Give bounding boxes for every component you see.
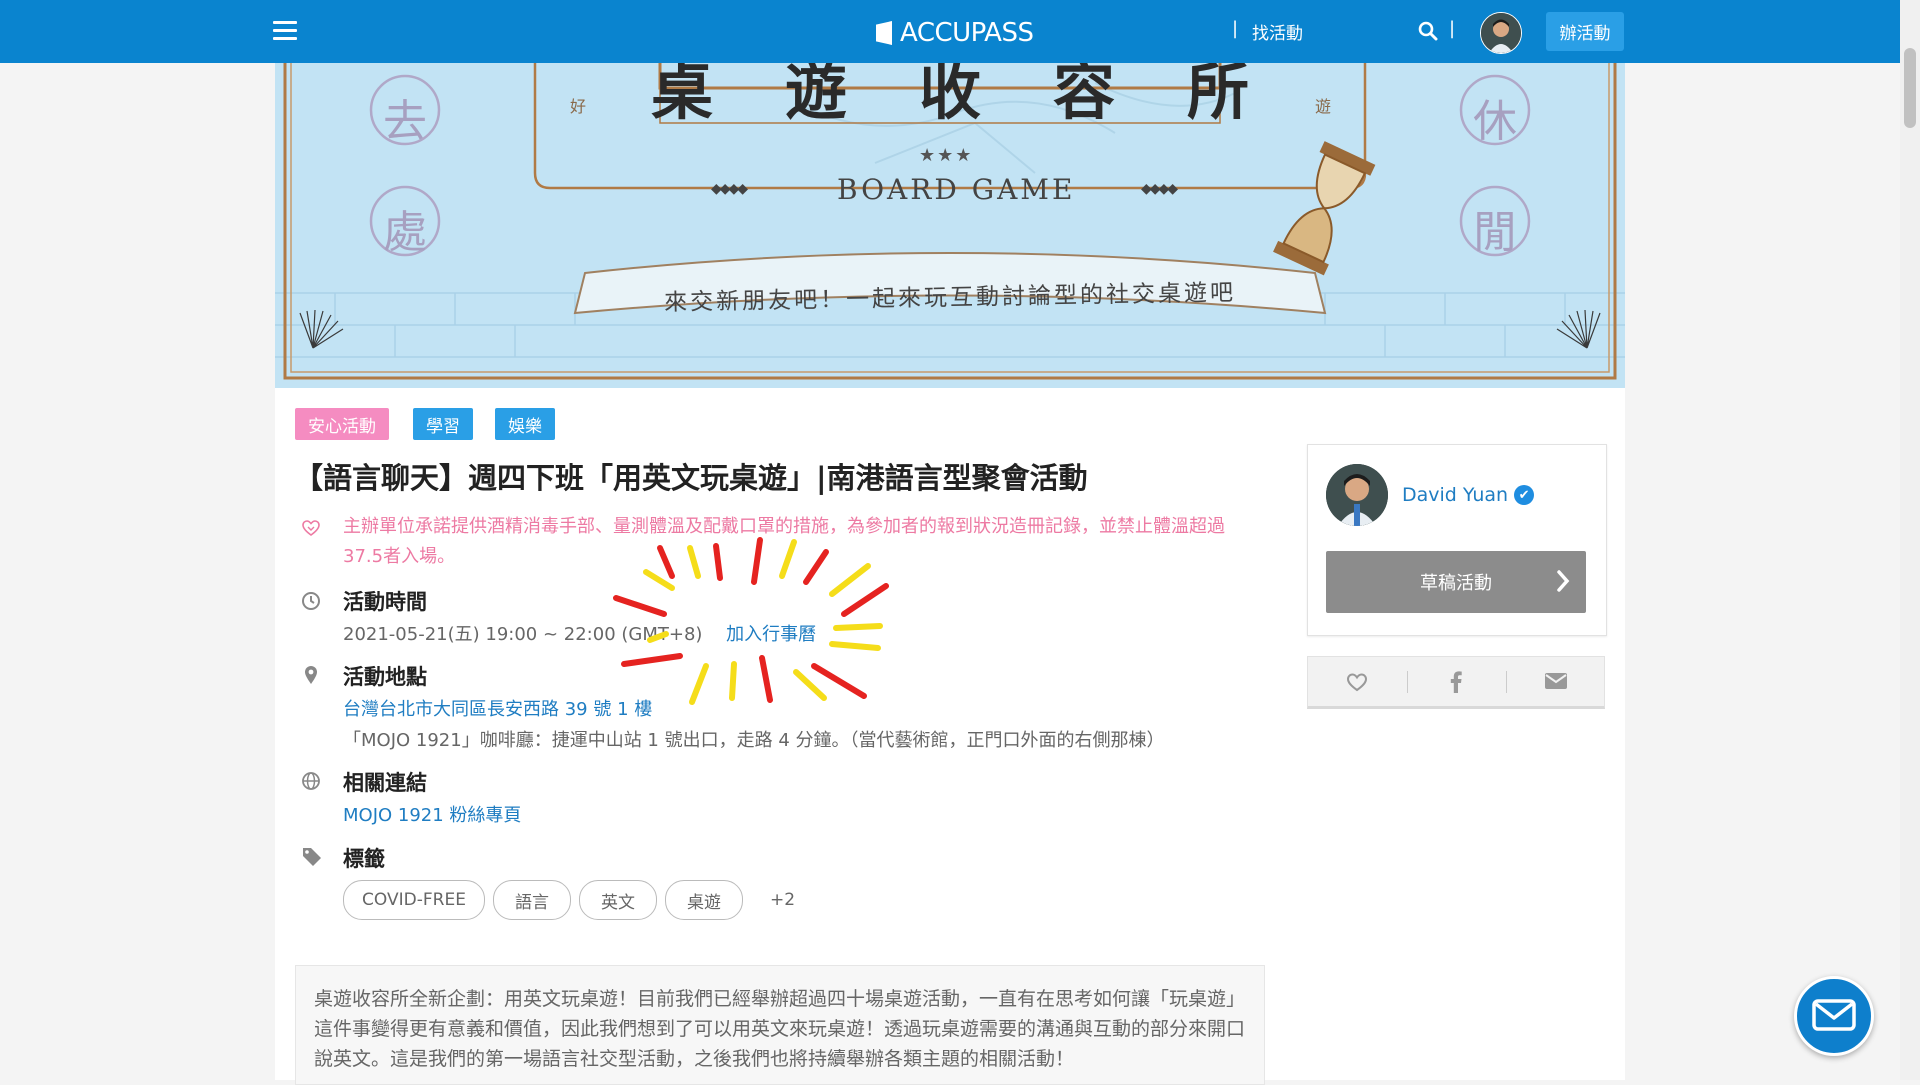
event-banner-image: 桌 遊 收 容 所 去 處 休 閒 好 遊 ★★★ BOARD GAME ◆◆◆…	[275, 63, 1625, 388]
share-divider	[1506, 671, 1507, 693]
banner-seal-left-bottom: 處	[383, 207, 427, 258]
contact-mail-button[interactable]	[1794, 976, 1874, 1056]
logo-text: ACCUPASS	[900, 18, 1034, 48]
tag-icon	[303, 848, 321, 866]
globe-icon	[302, 772, 320, 790]
category-tag-learning[interactable]: 學習	[413, 408, 473, 440]
host-avatar[interactable]	[1326, 464, 1388, 526]
facebook-icon[interactable]	[1450, 671, 1462, 693]
banner-small-left: 好	[570, 97, 587, 116]
banner-small-right: 遊	[1315, 97, 1332, 116]
click-highlight-burst	[613, 537, 889, 705]
nav-divider: |	[1449, 18, 1456, 39]
banner-deco-left: ◆◆◆◆	[711, 181, 748, 197]
related-links-label: 相關連結	[343, 771, 427, 795]
event-description: 桌遊收容所全新企劃：用英文玩桌遊！目前我們已經舉辦超過四十場桌遊活動，一直有在思…	[295, 965, 1265, 1085]
clock-icon	[302, 592, 320, 610]
accupass-logo[interactable]: ACCUPASS	[876, 18, 1034, 48]
keyword-chip[interactable]: 英文	[579, 880, 657, 920]
menu-icon[interactable]	[273, 21, 297, 41]
email-icon[interactable]	[1545, 673, 1567, 689]
banner-stars: ★★★	[919, 145, 974, 166]
logo-icon	[876, 21, 892, 45]
heart-shield-icon	[302, 520, 320, 536]
keyword-chip[interactable]: 語言	[493, 880, 571, 920]
banner-seal-right-top: 休	[1473, 96, 1517, 147]
time-label: 活動時間	[343, 590, 427, 614]
nav-divider: |	[1232, 18, 1239, 39]
chevron-right-icon	[1557, 570, 1570, 592]
share-divider	[1407, 671, 1408, 693]
event-address-link[interactable]: 台灣台北市大同區長安西路 39 號 1 樓	[343, 695, 652, 721]
keyword-chip[interactable]: 桌遊	[665, 880, 743, 920]
map-pin-icon	[305, 666, 317, 684]
host-name-link[interactable]: David Yuan ✔	[1402, 484, 1535, 506]
page-scrollbar[interactable]	[1900, 0, 1920, 1080]
facebook-page-link[interactable]: MOJO 1921 粉絲專頁	[343, 801, 521, 827]
user-avatar[interactable]	[1480, 12, 1522, 54]
find-events-link[interactable]: 找活動	[1252, 19, 1303, 44]
draft-button-label: 草稿活動	[1420, 573, 1492, 594]
scrollbar-thumb[interactable]	[1904, 48, 1916, 128]
location-label: 活動地點	[343, 665, 427, 689]
event-address-note: 「MOJO 1921」咖啡廳：捷運中山站 1 號出口，走路 4 分鐘。（當代藝術…	[343, 730, 1165, 751]
category-tag-entertainment[interactable]: 娛樂	[495, 408, 555, 440]
envelope-icon	[1812, 999, 1856, 1031]
banner-seal-left-top: 去	[383, 96, 427, 147]
tags-label: 標籤	[343, 847, 385, 871]
draft-event-button[interactable]: 草稿活動	[1326, 551, 1586, 613]
event-title: 【語言聊天】週四下班「用英文玩桌遊」|南港語言型聚會活動	[294, 461, 1088, 495]
banner-title: 桌 遊 收 容 所	[650, 63, 1249, 128]
heart-icon[interactable]	[1346, 672, 1368, 692]
category-tag-safe-event[interactable]: 安心活動	[295, 408, 389, 440]
host-name: David Yuan	[1402, 484, 1509, 506]
verified-check-icon: ✔	[1514, 485, 1535, 505]
search-icon[interactable]	[1418, 21, 1438, 41]
banner-deco-right: ◆◆◆◆	[1141, 181, 1178, 197]
host-event-button[interactable]: 辦活動	[1546, 12, 1624, 51]
banner-subtitle: BOARD GAME	[837, 173, 1076, 206]
keyword-chip[interactable]: COVID-FREE	[343, 880, 485, 920]
banner-seal-right-bottom: 閒	[1473, 207, 1517, 258]
more-tags-toggle[interactable]: +2	[770, 890, 795, 910]
